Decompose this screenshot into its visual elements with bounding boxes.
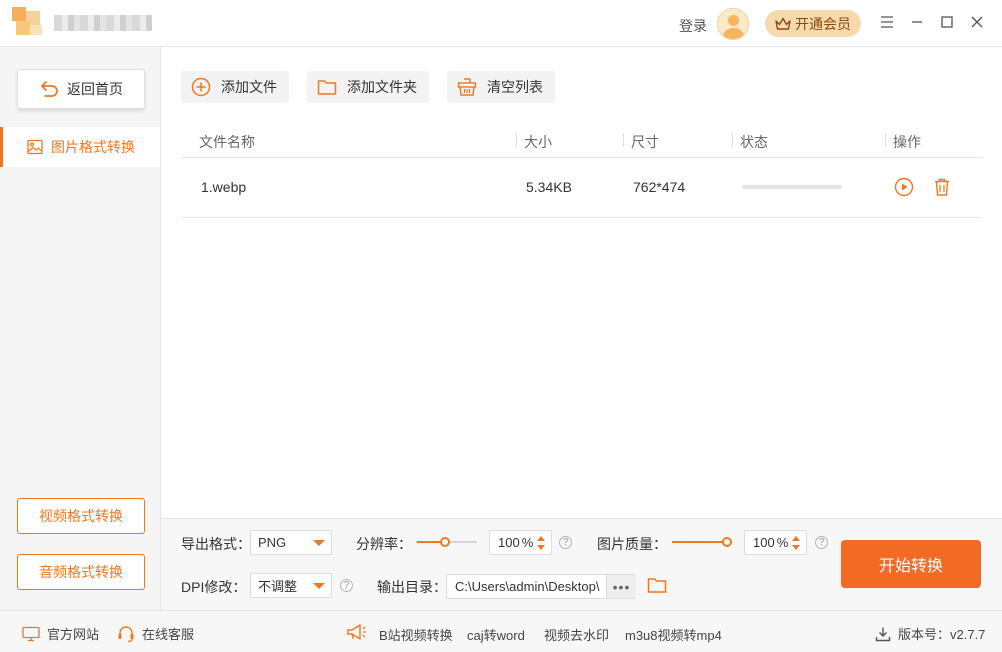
quality-label: 图片质量： bbox=[597, 536, 667, 552]
resolution-label: 分辨率： bbox=[356, 536, 412, 552]
column-separator bbox=[623, 133, 624, 147]
quality-help-icon[interactable]: ? bbox=[815, 536, 828, 549]
quality-slider-knob[interactable] bbox=[722, 537, 732, 547]
footer-link-caj-word[interactable]: caj转word bbox=[467, 625, 525, 644]
official-site-link[interactable]: 官方网站 bbox=[22, 624, 99, 643]
conversion-progress-bar bbox=[742, 185, 842, 189]
clear-list-label: 清空列表 bbox=[487, 79, 543, 95]
version-label: 版本号：v2.7.7 bbox=[898, 627, 986, 642]
online-service-link[interactable]: 在线客服 bbox=[117, 624, 194, 643]
title-bar: 登录 开通会员 bbox=[0, 0, 1002, 47]
add-file-button[interactable]: 添加文件 bbox=[181, 71, 289, 103]
column-separator bbox=[732, 133, 733, 147]
clear-list-button[interactable]: 清空列表 bbox=[447, 71, 555, 103]
column-separator bbox=[885, 133, 886, 147]
user-avatar[interactable] bbox=[717, 8, 749, 40]
quality-unit: % bbox=[776, 535, 789, 550]
login-link[interactable]: 登录 bbox=[679, 16, 707, 36]
column-header-actions: 操作 bbox=[893, 134, 921, 150]
vip-button[interactable]: 开通会员 bbox=[765, 10, 861, 37]
footer-link-bilibili[interactable]: B站视频转换 bbox=[379, 625, 453, 644]
column-header-size: 大小 bbox=[524, 134, 552, 150]
dpi-help-icon[interactable]: ? bbox=[340, 579, 353, 592]
file-name: 1.webp bbox=[201, 179, 247, 195]
column-header-dimensions: 尺寸 bbox=[631, 134, 659, 150]
chevron-down-icon bbox=[313, 540, 325, 546]
plus-circle-icon bbox=[191, 77, 211, 97]
back-home-label: 返回首页 bbox=[67, 81, 123, 97]
quality-input[interactable]: 100 % bbox=[744, 530, 807, 555]
basket-icon bbox=[457, 78, 477, 96]
settings-panel: 导出格式： PNG 分辨率： 100 % ? 图片质量： 100 % ? DPI… bbox=[161, 518, 1002, 610]
video-convert-button[interactable]: 视频格式转换 bbox=[17, 498, 145, 534]
version-info[interactable]: 版本号：v2.7.7 bbox=[875, 624, 985, 643]
output-dir-value: C:\Users\admin\Desktop\ bbox=[455, 579, 600, 594]
column-separator bbox=[516, 133, 517, 147]
export-format-select[interactable]: PNG bbox=[250, 530, 332, 555]
megaphone-icon bbox=[346, 622, 368, 645]
export-format-label: 导出格式： bbox=[181, 536, 251, 552]
download-icon bbox=[875, 627, 891, 641]
column-header-status: 状态 bbox=[740, 134, 768, 150]
column-header-filename: 文件名称 bbox=[199, 134, 255, 150]
dpi-value: 不调整 bbox=[258, 579, 298, 594]
folder-icon bbox=[317, 80, 337, 95]
image-icon bbox=[27, 139, 43, 155]
quality-slider[interactable] bbox=[672, 536, 732, 548]
resolution-input[interactable]: 100 % bbox=[489, 530, 552, 555]
table-row: 1.webp 5.34KB 762*474 bbox=[181, 158, 981, 218]
back-home-button[interactable]: 返回首页 bbox=[17, 69, 145, 109]
audio-convert-button[interactable]: 音频格式转换 bbox=[17, 554, 145, 590]
app-name-blurred bbox=[54, 15, 152, 31]
footer-link-m3u8[interactable]: m3u8视频转mp4 bbox=[625, 625, 722, 644]
play-icon[interactable] bbox=[894, 177, 914, 197]
vip-button-label: 开通会员 bbox=[795, 15, 851, 32]
crown-icon bbox=[775, 17, 791, 30]
dpi-label: DPI修改： bbox=[181, 579, 247, 595]
add-file-label: 添加文件 bbox=[221, 79, 277, 95]
add-folder-button[interactable]: 添加文件夹 bbox=[307, 71, 429, 103]
delete-icon[interactable] bbox=[932, 177, 952, 197]
return-arrow-icon bbox=[41, 81, 58, 97]
open-folder-icon[interactable] bbox=[647, 576, 667, 596]
sidebar-item-label: 图片格式转换 bbox=[51, 139, 135, 155]
quality-increment[interactable] bbox=[792, 536, 800, 541]
browse-more-button[interactable]: ••• bbox=[606, 575, 636, 598]
resolution-decrement[interactable] bbox=[537, 545, 545, 550]
status-bar: 官方网站 在线客服 B站视频转换 caj转word 视频去水印 m3u8视频转m… bbox=[0, 610, 1002, 652]
footer-link-watermark[interactable]: 视频去水印 bbox=[544, 625, 609, 644]
resolution-unit: % bbox=[521, 535, 534, 550]
file-table-header: 文件名称 大小 尺寸 状态 操作 bbox=[181, 124, 981, 158]
file-dimensions: 762*474 bbox=[633, 179, 686, 195]
resolution-increment[interactable] bbox=[537, 536, 545, 541]
official-site-label: 官方网站 bbox=[47, 627, 100, 642]
start-convert-button[interactable]: 开始转换 bbox=[841, 540, 981, 588]
export-format-value: PNG bbox=[258, 535, 287, 550]
chevron-down-icon bbox=[313, 583, 325, 589]
headset-icon bbox=[118, 625, 134, 642]
resolution-slider-knob[interactable] bbox=[440, 537, 450, 547]
quality-value: 100 bbox=[753, 535, 775, 550]
minimize-icon[interactable] bbox=[908, 13, 926, 31]
output-dir-label: 输出目录： bbox=[377, 579, 447, 595]
sidebar: 返回首页 图片格式转换 视频格式转换 音频格式转换 bbox=[0, 47, 161, 610]
maximize-icon[interactable] bbox=[938, 13, 956, 31]
file-size: 5.34KB bbox=[526, 179, 572, 195]
resolution-slider[interactable] bbox=[417, 536, 477, 548]
add-folder-label: 添加文件夹 bbox=[347, 79, 417, 95]
close-icon[interactable] bbox=[968, 13, 986, 31]
resolution-value: 100 bbox=[498, 535, 520, 550]
monitor-icon bbox=[22, 626, 40, 641]
quality-decrement[interactable] bbox=[792, 545, 800, 550]
sidebar-item-image-convert[interactable]: 图片格式转换 bbox=[0, 127, 160, 167]
resolution-help-icon[interactable]: ? bbox=[559, 536, 572, 549]
dpi-select[interactable]: 不调整 bbox=[250, 573, 332, 598]
app-logo bbox=[12, 7, 46, 37]
menu-icon[interactable] bbox=[878, 13, 896, 31]
online-service-label: 在线客服 bbox=[142, 627, 195, 642]
